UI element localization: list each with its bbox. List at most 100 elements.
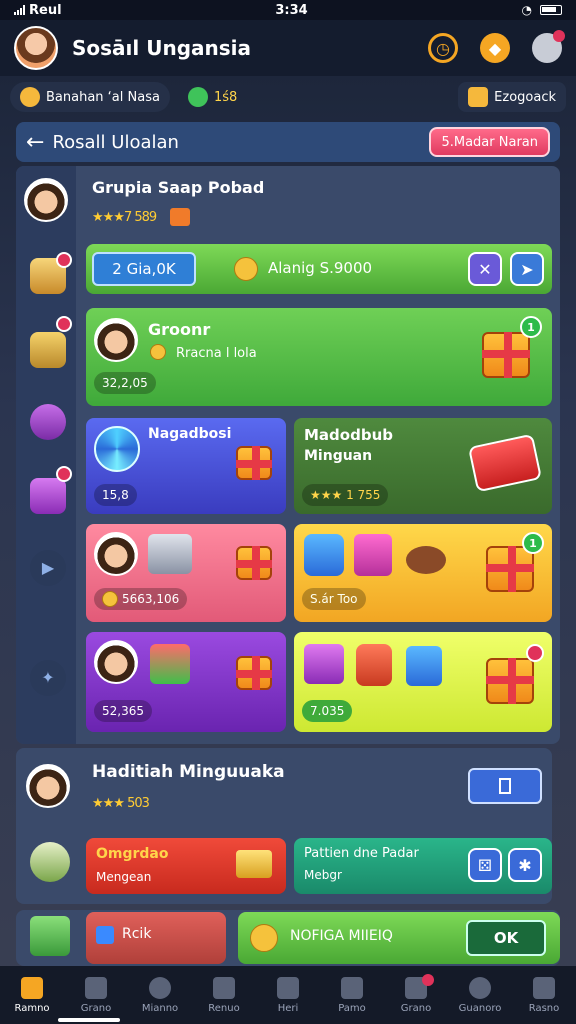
card-green-value: 32,2,05 xyxy=(94,372,156,394)
ok-button[interactable]: OK xyxy=(466,920,546,956)
cash-icon[interactable] xyxy=(30,916,70,956)
weekly-teal-subtitle: Mebgr xyxy=(304,868,342,882)
gem-icon xyxy=(187,87,208,107)
panel-action-button[interactable]: 5.Madar Naran xyxy=(429,127,550,157)
nav-hero[interactable]: Heri xyxy=(256,966,320,1024)
reward-card-darkgreen[interactable]: Madodbub Minguan ★★★ 1 755 xyxy=(294,418,552,514)
notification-badge xyxy=(56,252,72,268)
group-bar: 2 Gia,0K Alanig S.9000 ✕ ➤ xyxy=(86,244,552,294)
card-green-subtitle: Rracna l lola xyxy=(176,346,257,361)
bag-icon xyxy=(406,546,446,574)
reward-card-blue[interactable]: Nagadbosi 15,8 xyxy=(86,418,286,514)
user-avatar[interactable] xyxy=(14,26,58,70)
notification-badge xyxy=(422,974,434,986)
app-title: Sosāıl Ungansia xyxy=(72,36,252,60)
hero-icon xyxy=(277,976,299,999)
reward-card-purple[interactable]: 52,365 xyxy=(86,632,286,732)
nav-home[interactable]: Ramno xyxy=(0,966,64,1024)
clock-icon[interactable]: ◷ xyxy=(428,33,458,63)
profile-icon[interactable] xyxy=(532,30,565,63)
backpack-icon xyxy=(356,644,392,686)
nav-label: Heri xyxy=(277,1002,299,1014)
logout-chip[interactable]: Ezogoack xyxy=(458,82,566,112)
ok-label: OK xyxy=(493,929,519,947)
card-lime-value: 7.035 xyxy=(302,700,353,722)
guild-icon xyxy=(469,976,491,999)
bowl-icon[interactable] xyxy=(30,404,66,440)
card-pink-value: 5663,106 xyxy=(94,588,188,610)
group-tag[interactable]: 2 Gia,0K xyxy=(92,252,196,286)
drum-icon xyxy=(150,644,190,684)
pot-icon xyxy=(148,534,192,574)
weekly-card-teal[interactable]: Pattien dne Padar Mebgr ⚄ ✱ xyxy=(294,838,552,894)
app-header: Sosāıl Ungansia ◷ ◆ xyxy=(0,20,576,76)
bottom-card-left[interactable]: Rcik xyxy=(86,912,226,964)
nav-label: Grano xyxy=(400,1002,432,1014)
reward-card-lime[interactable]: 7.035 xyxy=(294,632,552,732)
home-icon xyxy=(21,976,43,999)
gift-icon xyxy=(486,658,534,704)
card-avatar xyxy=(94,318,138,362)
more-icon xyxy=(533,976,555,999)
weekly-section: Haditiah Minguuaka ★★★ 503 Omgrdao Menge… xyxy=(16,748,552,904)
clock: 3:34 xyxy=(275,2,308,18)
nav-pass[interactable]: Pamo xyxy=(320,966,384,1024)
card-avatar xyxy=(94,640,138,684)
dice-button[interactable]: ⚄ xyxy=(468,848,502,882)
card-avatar xyxy=(94,532,138,576)
reward-card-green[interactable]: Groonr Rracna l lola 32,2,05 1 xyxy=(86,308,552,406)
weekly-red-subtitle: Mengean xyxy=(96,870,152,884)
bottom-nav: Ramno Grano Mianno Renuo Heri Pamo Grano… xyxy=(0,966,576,1024)
community-chip[interactable]: Banahan ‘al Nasa xyxy=(10,82,170,112)
nav-guild[interactable]: Guanoro xyxy=(448,966,512,1024)
purple-chest-icon xyxy=(304,644,344,684)
rail-avatar[interactable] xyxy=(24,178,68,222)
shop-icon xyxy=(213,976,235,999)
coin-icon xyxy=(250,924,278,952)
card-pink-amount: 5663,106 xyxy=(122,592,180,606)
card-green-title: Groonr xyxy=(148,320,211,339)
reward-icon[interactable]: ◆ xyxy=(480,33,510,63)
coin-chip[interactable]: 1ś8 xyxy=(178,82,247,112)
play-icon[interactable]: ▶ xyxy=(30,550,66,586)
gold-bars-icon xyxy=(236,850,272,878)
leaf-icon[interactable] xyxy=(30,842,70,882)
share-button[interactable]: ➤ xyxy=(510,252,544,286)
tools-button[interactable]: ✕ xyxy=(468,252,502,286)
giftbox-pink-icon xyxy=(354,534,392,576)
reward-card-pink[interactable]: 5663,106 xyxy=(86,524,286,622)
community-label: Banahan ‘al Nasa xyxy=(46,89,160,105)
coin-count: 1ś8 xyxy=(213,89,238,105)
weekly-red-title: Omgrdao xyxy=(96,846,169,862)
card-darkgreen-subtitle: Minguan xyxy=(304,448,373,464)
home-indicator xyxy=(58,1018,120,1022)
nav-label: Pamo xyxy=(338,1002,366,1014)
bottom-left-label: Rcik xyxy=(122,926,152,942)
purple-box-icon[interactable] xyxy=(30,478,66,514)
gift-icon xyxy=(236,446,272,480)
shield-icon xyxy=(96,926,114,944)
notification-badge xyxy=(56,466,72,482)
bird-icon[interactable]: ✦ xyxy=(30,660,66,696)
bottom-card-right[interactable]: NOFIGA MIIEIQ OK xyxy=(238,912,560,964)
battery-icon xyxy=(540,5,562,15)
ticket-icon xyxy=(467,433,543,493)
weekly-teal-title: Pattien dne Padar xyxy=(304,846,419,861)
nav-shop[interactable]: Renuo xyxy=(192,966,256,1024)
nav-more[interactable]: Rasno xyxy=(512,966,576,1024)
puzzle-button[interactable]: ✱ xyxy=(508,848,542,882)
reward-card-yellow[interactable]: 1 S.ár Too xyxy=(294,524,552,622)
nav-game[interactable]: Grano xyxy=(64,966,128,1024)
chest-icon[interactable] xyxy=(30,332,66,368)
card-yellow-badge: 1 xyxy=(522,532,544,554)
nav-mail[interactable]: Grano xyxy=(384,966,448,1024)
page-icon xyxy=(499,778,511,794)
weekly-rating: ★★★ 503 xyxy=(92,796,150,811)
nav-label: Rasno xyxy=(528,1002,560,1014)
weekly-card-red[interactable]: Omgrdao Mengean xyxy=(86,838,286,894)
weekly-action-button[interactable] xyxy=(468,768,542,804)
back-icon[interactable]: ← xyxy=(26,130,44,155)
nav-search[interactable]: Mianno xyxy=(128,966,192,1024)
card-green-badge: 1 xyxy=(520,316,542,338)
nav-label: Grano xyxy=(80,1002,112,1014)
